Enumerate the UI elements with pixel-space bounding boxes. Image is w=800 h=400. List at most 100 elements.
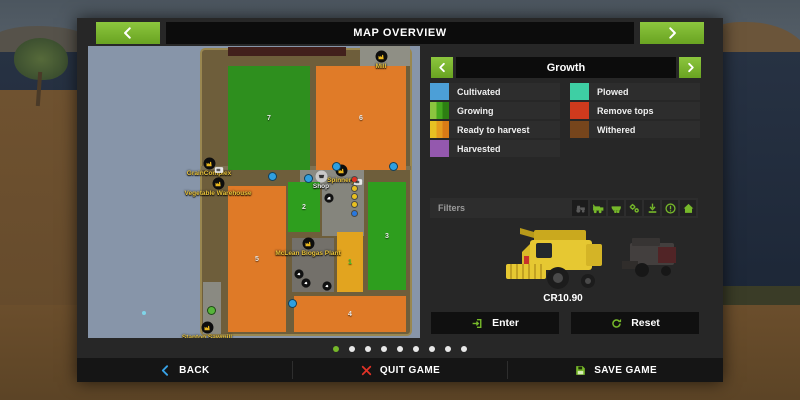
prev-page-button[interactable] [96,22,160,44]
vehicle-preview-current[interactable] [500,222,620,297]
legend-label: Remove tops [589,106,654,116]
map-place-icon [212,177,225,190]
legend-item: Harvested [430,140,560,157]
map-place-label: Mill [346,63,416,70]
filter-tractor-button[interactable] [572,200,588,216]
factory-icon [212,177,225,190]
map-overview-panel: MAP OVERVIEW 7623154MillGrainComplexVege… [77,18,723,382]
map-place-label: Shop [286,183,356,190]
harvester-icon [592,202,605,215]
legend-item: Plowed [570,83,700,100]
map-vehicle-dot [352,194,357,199]
pagination-dot[interactable] [333,346,339,352]
chevron-right-icon [685,62,696,73]
map-vehicle-dot [352,202,357,207]
reset-button[interactable]: Reset [571,312,699,334]
vehicle-preview-next[interactable] [618,233,688,281]
legend-item: Growing [430,102,560,119]
growth-legend-right: PlowedRemove topsWithered [570,83,700,140]
pagination-dot[interactable] [365,346,371,352]
back-button[interactable]: BACK [77,358,292,382]
legend-label: Cultivated [449,87,501,97]
map-poi-white [322,278,332,288]
gears-icon [628,202,641,215]
map-canvas[interactable]: 7623154MillGrainComplexVegetable Warehou… [88,46,420,338]
legend-swatch [430,121,449,138]
map-marker-water [142,311,146,315]
growth-next-button[interactable] [679,57,701,78]
map-marker-green [208,307,215,314]
map-place-icon [315,170,328,183]
map-poi-badge [214,162,224,172]
factory-icon [375,50,388,63]
legend-label: Plowed [589,87,629,97]
filters-label: Filters [430,203,572,213]
pagination-dot[interactable] [461,346,467,352]
shop-icon [315,170,328,183]
map-field-6: 6 [316,66,406,170]
map-vehicle-dot [352,186,357,191]
factory-icon [201,321,214,334]
pagination-dot[interactable] [397,346,403,352]
field-number: 7 [267,115,271,122]
pagination-dots [333,345,467,353]
filter-harvester-button[interactable] [590,200,606,216]
tractor-icon [574,202,587,215]
map-marker-blue [333,163,340,170]
filter-warning-button[interactable] [662,200,678,216]
map-vehicle-dot [352,211,357,216]
page-title: MAP OVERVIEW [166,22,634,44]
warning-icon [664,202,677,215]
house-icon [682,202,695,215]
pagination-dot[interactable] [349,346,355,352]
enter-button[interactable]: Enter [431,312,559,334]
pagination-dot[interactable] [413,346,419,352]
field-number: 6 [359,115,363,122]
map-place-label: Stanton Sawmill [172,334,242,338]
quit-label: QUIT GAME [380,365,440,376]
map-poi-bird [324,190,334,200]
map-place-icon [302,237,315,250]
map-area-factory-strip [228,47,346,56]
quit-x-icon [360,364,373,377]
pagination-dot[interactable] [429,346,435,352]
growth-prev-button[interactable] [431,57,453,78]
save-game-button[interactable]: SAVE GAME [508,358,723,382]
map-vehicle-dot [352,177,357,182]
pagination-dot[interactable] [381,346,387,352]
map-place-label: GrainComplex [174,170,244,177]
reset-label: Reset [631,317,660,329]
next-page-button[interactable] [640,22,704,44]
filter-gears-button[interactable] [626,200,642,216]
map-place-icon [375,50,388,63]
pagination-dot[interactable] [445,346,451,352]
field-number: 4 [348,311,352,318]
download-icon [646,202,659,215]
legend-label: Growing [449,106,494,116]
chevron-left-icon [121,26,135,40]
map-marker-blue [289,300,296,307]
map-field-3: 3 [368,182,406,290]
filter-trailer-button[interactable] [608,200,624,216]
filter-house-button[interactable] [680,200,696,216]
legend-swatch [430,102,449,119]
filters-bar: Filters [430,198,698,218]
legend-item: Ready to harvest [430,121,560,138]
growth-panel-title: Growth [456,57,676,78]
bottom-menu-bar: BACK QUIT GAME SAVE GAME [77,358,723,382]
field-number: 5 [255,256,259,263]
map-field-7: 7 [228,66,310,170]
chevron-right-icon [665,26,679,40]
legend-swatch [430,140,449,157]
legend-swatch [570,102,589,119]
map-place-label: McLean Biogas Plant [273,250,343,257]
back-label: BACK [179,365,210,376]
quit-game-button[interactable]: QUIT GAME [293,358,508,382]
filter-icon-group [572,200,698,216]
legend-swatch [570,83,589,100]
reset-icon [610,317,623,330]
legend-swatch [430,83,449,100]
save-label: SAVE GAME [594,365,657,376]
filter-download-button[interactable] [644,200,660,216]
legend-swatch [570,121,589,138]
